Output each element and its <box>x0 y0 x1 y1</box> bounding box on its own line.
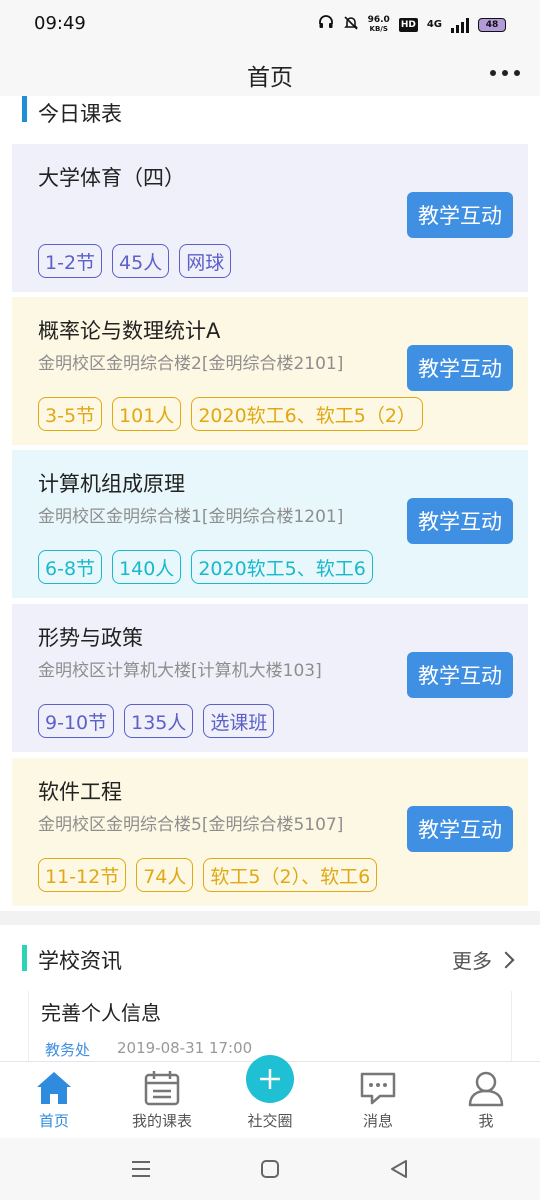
hd-icon: HD <box>398 17 418 32</box>
course-location: 金明校区金明综合楼5[金明综合楼5107] <box>38 815 344 835</box>
tab-label: 我 <box>478 1112 494 1130</box>
course-card[interactable]: 概率论与数理统计A 金明校区金明综合楼2[金明综合楼2101] 教学互动 3-5… <box>12 297 528 445</box>
top-nav-bar: 首页 <box>0 50 540 96</box>
news-item-source: 教务处 <box>45 1041 91 1059</box>
more-label: 更多 <box>452 949 492 973</box>
tab-label: 消息 <box>362 1112 393 1130</box>
system-navigation-bar <box>0 1138 540 1200</box>
course-name: 形势与政策 <box>38 626 143 650</box>
student-count-tag: 140人 <box>112 550 182 584</box>
schedule-header: 今日课表 <box>0 96 540 144</box>
signal-icon <box>451 17 469 33</box>
class-tag: 2020软工6、软工5（2） <box>191 397 423 431</box>
teaching-interaction-button[interactable]: 教学互动 <box>407 806 513 852</box>
mute-bell-icon <box>343 15 359 35</box>
course-tags: 3-5节 101人 2020软工6、软工5（2） <box>38 397 423 431</box>
calendar-icon <box>144 1071 180 1106</box>
recent-apps-icon[interactable] <box>128 1156 154 1182</box>
course-name: 概率论与数理统计A <box>38 319 221 343</box>
home-button-icon[interactable] <box>257 1156 283 1182</box>
section-accent-bar <box>22 96 27 122</box>
course-tags: 9-10节 135人 选课班 <box>38 704 275 738</box>
status-bar: 09:49 96.0 KB/S HD 4G 48 <box>0 0 540 50</box>
course-card[interactable]: 计算机组成原理 金明校区金明综合楼1[金明综合楼1201] 教学互动 6-8节 … <box>12 450 528 598</box>
class-tag: 选课班 <box>203 704 275 738</box>
news-item-title: 完善个人信息 <box>41 1001 161 1025</box>
news-title: 学校资讯 <box>38 949 122 973</box>
schedule-title: 今日课表 <box>38 102 122 126</box>
teaching-interaction-button[interactable]: 教学互动 <box>407 192 513 238</box>
course-location: 金明校区金明综合楼1[金明综合楼1201] <box>38 507 344 527</box>
course-name: 软件工程 <box>38 780 122 804</box>
social-add-button[interactable] <box>246 1055 294 1103</box>
student-count-tag: 74人 <box>136 858 194 892</box>
battery-level: 48 <box>485 19 499 30</box>
home-icon <box>37 1072 71 1104</box>
more-news-link[interactable]: 更多 <box>452 945 515 974</box>
tab-home[interactable]: 首页 <box>0 1062 108 1139</box>
course-tags: 11-12节 74人 软工5（2）、软工6 <box>38 858 378 892</box>
class-tag: 2020软工5、软工6 <box>191 550 373 584</box>
period-tag: 6-8节 <box>38 550 103 584</box>
course-tags: 6-8节 140人 2020软工5、软工6 <box>38 550 373 584</box>
course-location: 金明校区金明综合楼2[金明综合楼2101] <box>38 354 344 374</box>
tab-me[interactable]: 我 <box>432 1062 540 1139</box>
course-name: 计算机组成原理 <box>38 472 185 496</box>
period-tag: 1-2节 <box>38 244 103 278</box>
teaching-interaction-button[interactable]: 教学互动 <box>407 652 513 698</box>
course-tags: 1-2节 45人 网球 <box>38 244 232 278</box>
class-tag: 软工5（2）、软工6 <box>203 858 378 892</box>
page-title: 首页 <box>247 65 293 91</box>
course-name: 大学体育（四） <box>38 166 185 190</box>
school-news-section: 学校资讯 更多 完善个人信息 教务处 2019-08-31 17:00 <box>0 925 540 1061</box>
status-time: 09:49 <box>34 13 86 34</box>
headset-icon <box>318 14 334 35</box>
back-icon[interactable] <box>386 1156 412 1182</box>
student-count-tag: 101人 <box>112 397 182 431</box>
class-tag: 网球 <box>179 244 232 278</box>
more-icon[interactable] <box>490 70 520 76</box>
section-accent-bar <box>22 945 27 971</box>
course-location: 金明校区计算机大楼[计算机大楼103] <box>38 661 322 681</box>
period-tag: 11-12节 <box>38 858 127 892</box>
message-icon <box>360 1072 396 1105</box>
today-schedule-section: 今日课表 大学体育（四） 教学互动 1-2节 45人 网球 概率论与数理统计A … <box>0 96 540 911</box>
tab-label: 首页 <box>38 1112 69 1130</box>
plus-icon <box>260 1069 280 1089</box>
tab-my-schedule[interactable]: 我的课表 <box>108 1062 216 1139</box>
teaching-interaction-button[interactable]: 教学互动 <box>407 498 513 544</box>
period-tag: 9-10节 <box>38 704 115 738</box>
course-card[interactable]: 大学体育（四） 教学互动 1-2节 45人 网球 <box>12 144 528 292</box>
network-type: 4G <box>426 19 442 30</box>
news-item[interactable]: 完善个人信息 教务处 2019-08-31 17:00 <box>28 991 512 1061</box>
course-card[interactable]: 形势与政策 金明校区计算机大楼[计算机大楼103] 教学互动 9-10节 135… <box>12 604 528 752</box>
period-tag: 3-5节 <box>38 397 103 431</box>
chevron-right-icon <box>497 951 515 968</box>
battery-icon: 48 <box>478 17 506 32</box>
course-card[interactable]: 软件工程 金明校区金明综合楼5[金明综合楼5107] 教学互动 11-12节 7… <box>12 758 528 906</box>
user-icon <box>468 1071 504 1107</box>
tab-messages[interactable]: 消息 <box>324 1062 432 1139</box>
teaching-interaction-button[interactable]: 教学互动 <box>407 345 513 391</box>
status-icons: 96.0 KB/S HD 4G 48 <box>318 14 506 35</box>
network-speed: 96.0 KB/S <box>367 14 390 33</box>
tab-label: 我的课表 <box>131 1112 192 1130</box>
student-count-tag: 45人 <box>112 244 170 278</box>
tab-label: 社交圈 <box>247 1112 293 1130</box>
student-count-tag: 135人 <box>124 704 194 738</box>
bottom-tab-bar: 首页 我的课表 社交圈 消息 我 <box>0 1055 540 1139</box>
news-item-time: 2019-08-31 17:00 <box>117 1039 253 1057</box>
